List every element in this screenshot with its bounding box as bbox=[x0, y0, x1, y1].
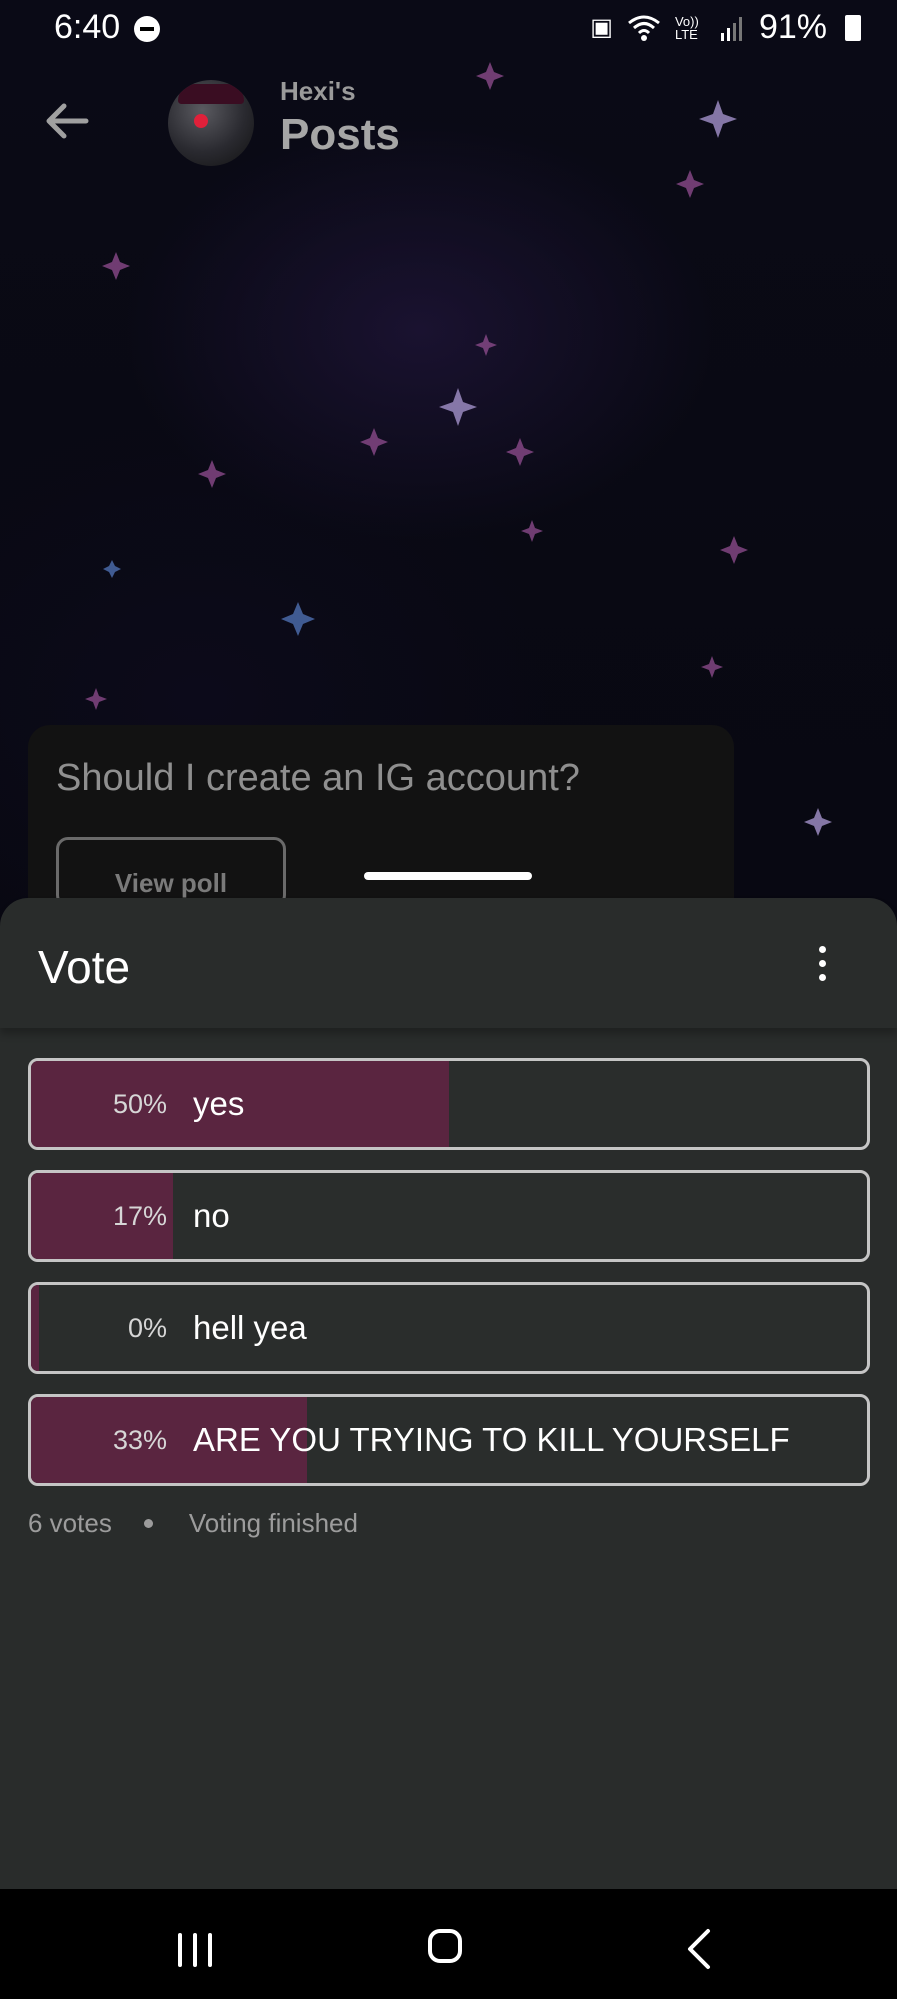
voting-status: Voting finished bbox=[188, 1508, 358, 1538]
status-right-group: ▣ Vo)) LTE 91% bbox=[590, 8, 861, 47]
view-poll-button[interactable]: View poll bbox=[56, 837, 286, 907]
battery-icon bbox=[845, 14, 861, 41]
poll-card: Should I create an IG account? View poll bbox=[28, 725, 734, 925]
separator-dot bbox=[143, 1519, 153, 1528]
more-options-icon[interactable] bbox=[810, 944, 834, 984]
poll-option[interactable]: 50% yes bbox=[28, 1058, 870, 1150]
vote-count: 6 votes bbox=[28, 1508, 112, 1538]
option-percent: 17% bbox=[112, 1201, 167, 1231]
header-subtitle: Hexi's bbox=[280, 76, 356, 106]
home-icon[interactable] bbox=[428, 1929, 462, 1963]
option-label: yes bbox=[193, 1085, 245, 1122]
battery-percent: 91% bbox=[758, 8, 827, 46]
signal-icon bbox=[720, 16, 742, 41]
option-label: no bbox=[193, 1197, 230, 1234]
vote-bottom-sheet: Vote 50% yes 17% no 0% hell yea 33% ARE … bbox=[0, 898, 897, 1889]
wifi-icon bbox=[628, 15, 660, 41]
option-percent: 0% bbox=[127, 1313, 167, 1343]
poll-question: Should I create an IG account? bbox=[56, 757, 580, 799]
volte-icon: Vo)) LTE bbox=[674, 13, 699, 42]
sheet-header: Vote bbox=[0, 898, 897, 1028]
poll-footer: 6 votes Voting finished bbox=[28, 1508, 358, 1539]
option-label: hell yea bbox=[193, 1309, 307, 1346]
nfc-icon: ▣ bbox=[590, 14, 613, 41]
do-not-disturb-icon bbox=[134, 16, 160, 42]
sheet-drag-handle[interactable] bbox=[364, 872, 532, 880]
poll-option[interactable]: 17% no bbox=[28, 1170, 870, 1262]
page-title: Posts bbox=[280, 110, 400, 159]
option-percent: 50% bbox=[112, 1089, 167, 1119]
nav-back-icon[interactable] bbox=[684, 1927, 714, 1971]
sheet-title: Vote bbox=[38, 941, 131, 993]
poll-option[interactable]: 0% hell yea bbox=[28, 1282, 870, 1374]
system-navigation-bar bbox=[0, 1889, 897, 1999]
poll-option[interactable]: 33% ARE YOU TRYING TO KILL YOURSELF bbox=[28, 1394, 870, 1486]
status-time: 6:40 bbox=[54, 8, 121, 46]
back-arrow-icon[interactable] bbox=[40, 96, 96, 146]
status-bar: 6:40 ▣ Vo)) LTE 91% bbox=[0, 0, 897, 60]
option-label: ARE YOU TRYING TO KILL YOURSELF bbox=[193, 1421, 790, 1458]
option-percent: 33% bbox=[112, 1425, 167, 1455]
avatar[interactable] bbox=[168, 80, 254, 166]
recents-icon[interactable] bbox=[178, 1933, 214, 1967]
